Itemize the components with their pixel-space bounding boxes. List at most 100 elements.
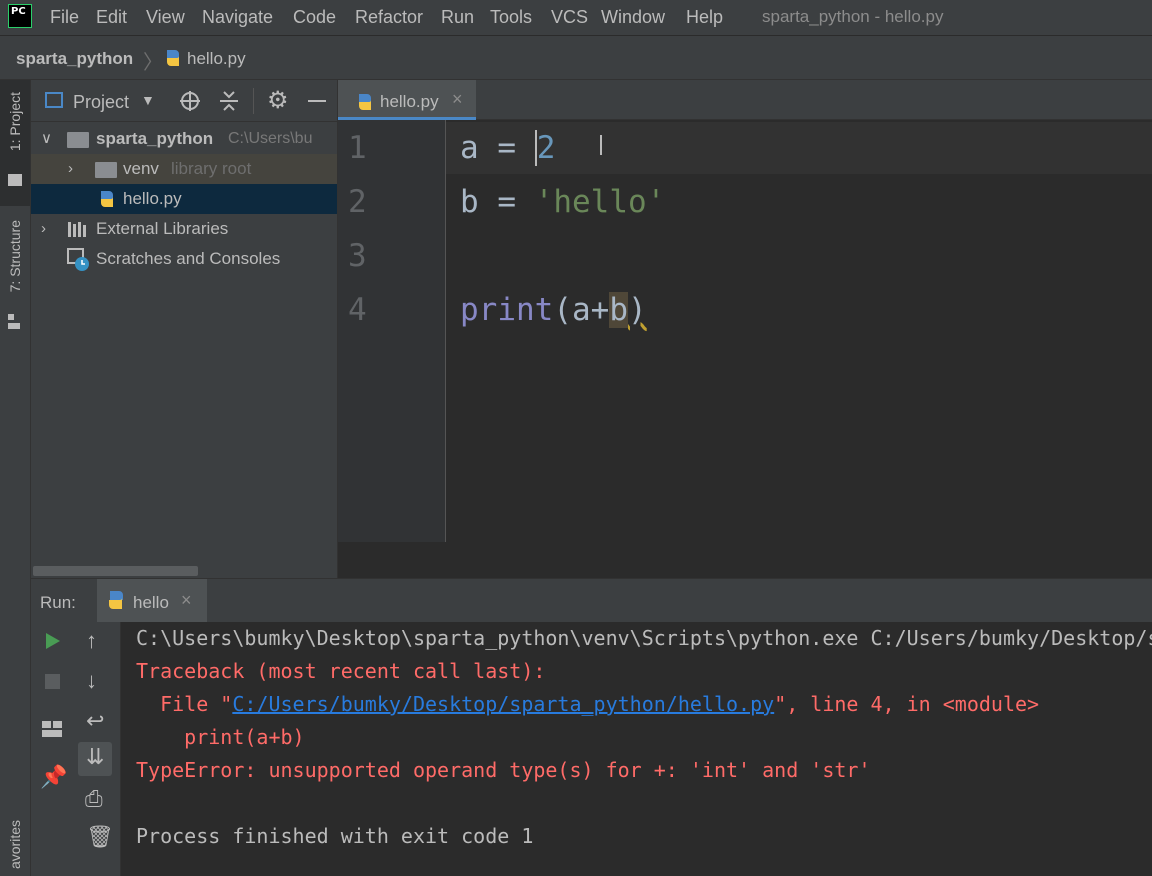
minimize-icon[interactable] [308, 100, 326, 102]
menu-vcs[interactable]: VCS [551, 7, 588, 28]
console-traceback: Traceback (most recent call last): [136, 659, 546, 683]
menu-file[interactable]: File [50, 7, 79, 28]
horizontal-scrollbar[interactable] [33, 566, 198, 576]
scroll-to-end-button[interactable]: ⇊ [78, 742, 112, 776]
project-tool-label: 1: Project [7, 92, 23, 152]
chevron-right-icon[interactable]: › [68, 154, 73, 184]
window-title: sparta_python - hello.py [762, 7, 944, 26]
trash-icon[interactable]: 🗑 [86, 824, 114, 850]
console-file-prefix: File " [136, 692, 233, 716]
menu-view[interactable]: View [146, 7, 185, 28]
structure-tool-tab[interactable]: 7: Structure [0, 218, 30, 338]
code-line-4[interactable]: print(a+b) [460, 292, 647, 328]
python-file-icon [167, 50, 179, 66]
scratches-icon [67, 248, 89, 271]
token-number: 2 [534, 130, 556, 166]
run-label: Run: [40, 593, 76, 612]
tree-scratches-label: Scratches and Consoles [96, 249, 281, 268]
project-panel-header: Project ▼ ⚙ [31, 80, 337, 122]
line-number: 3 [348, 238, 367, 274]
menu-code[interactable]: Code [293, 7, 336, 28]
run-toolbar-secondary: ↑ ↓ ↩ ⇊ ⎙ 🗑 [73, 622, 121, 876]
print-icon[interactable]: ⎙ [85, 786, 103, 812]
arrow-up-icon[interactable]: ↑ [86, 628, 97, 654]
menu-help[interactable]: Help [686, 7, 723, 28]
console-file-suffix: ", line 4, in <module> [774, 692, 1040, 716]
tab-label: hello.py [380, 92, 439, 111]
token-var: a [460, 130, 479, 166]
editor-bottom-area [338, 542, 1152, 578]
menu-refactor[interactable]: Refactor [355, 7, 423, 28]
token-op: = [497, 130, 517, 166]
structure-icon [8, 314, 14, 320]
console-file-link[interactable]: C:/Users/bumky/Desktop/sparta_python/hel… [232, 692, 774, 716]
python-icon [109, 591, 123, 609]
toolbar-divider [253, 88, 254, 114]
line-number: 1 [348, 130, 367, 166]
tab-hello-py[interactable]: hello.py × [338, 80, 476, 120]
menu-tools[interactable]: Tools [490, 7, 532, 28]
console-error-line: TypeError: unsupported operand type(s) f… [136, 758, 871, 782]
collapse-all-icon[interactable] [219, 90, 239, 112]
tree-venv-label: venv [123, 159, 159, 178]
tree-item-root[interactable]: ∨ sparta_python C:\Users\bu [31, 124, 337, 154]
rerun-icon[interactable] [45, 632, 61, 650]
chevron-right-icon[interactable]: › [41, 214, 46, 244]
python-file-icon [101, 191, 113, 207]
run-tab-label: hello [133, 593, 169, 612]
editor-tab-bar: hello.py × [338, 80, 1152, 120]
tree-venv-hint: library root [171, 159, 252, 178]
console-finished-line: Process finished with exit code 1 [136, 824, 534, 848]
soft-wrap-icon[interactable]: ↩ [86, 708, 104, 734]
project-view-dropdown-icon[interactable]: ▼ [141, 92, 155, 108]
menu-run[interactable]: Run [441, 7, 474, 28]
pin-icon[interactable]: 📌 [40, 764, 67, 790]
tree-item-scratches[interactable]: Scratches and Consoles [31, 244, 337, 274]
stop-icon[interactable] [45, 674, 60, 689]
run-tab-hello[interactable]: hello × [97, 579, 207, 623]
structure-tool-label: 7: Structure [7, 220, 23, 293]
python-file-icon [359, 94, 371, 110]
project-view-icon [45, 92, 63, 108]
menu-navigate[interactable]: Navigate [202, 7, 273, 28]
line-number-gutter: 1 2 3 4 [338, 120, 446, 542]
token-paren-warning: ) [628, 292, 647, 328]
chevron-down-icon[interactable]: ∨ [41, 124, 52, 154]
line-number: 4 [348, 292, 367, 328]
breadcrumb-project[interactable]: sparta_python [16, 49, 133, 69]
code-line-2[interactable]: b = 'hello' [460, 184, 665, 220]
mouse-ibeam-cursor-icon [600, 135, 602, 155]
menu-window[interactable]: Window [601, 7, 665, 28]
token-op: = [497, 184, 517, 220]
breadcrumb-file[interactable]: hello.py [187, 49, 246, 69]
project-view-title[interactable]: Project [73, 92, 129, 113]
tree-item-hello[interactable]: hello.py [31, 184, 337, 214]
tree-root-path: C:\Users\bu [228, 130, 313, 147]
locate-icon[interactable] [179, 90, 201, 112]
close-icon[interactable]: × [452, 89, 463, 110]
run-toolbar-primary: 📌 [31, 622, 73, 876]
project-tool-tab[interactable]: 1: Project [0, 80, 30, 206]
layout-icon[interactable] [41, 720, 63, 738]
console-command-line: C:\Users\bumky\Desktop\sparta_python\ven… [136, 626, 1152, 650]
tree-item-external-libraries[interactable]: › External Libraries [31, 214, 337, 244]
breadcrumb: sparta_python 〉 hello.py [0, 36, 1152, 80]
arrow-down-icon[interactable]: ↓ [86, 668, 97, 694]
scroll-to-end-icon: ⇊ [86, 744, 105, 769]
favorites-tool-label[interactable]: avorites [7, 820, 23, 869]
gear-icon[interactable]: ⚙ [267, 86, 289, 115]
folder-icon [95, 162, 117, 178]
pycharm-logo-icon: PC [8, 4, 32, 28]
structure-icon-part [8, 323, 20, 329]
folder-icon [8, 174, 22, 186]
tree-hello-label: hello.py [123, 189, 182, 208]
menu-edit[interactable]: Edit [96, 7, 127, 28]
tree-item-venv[interactable]: › venv library root [31, 154, 337, 184]
run-console[interactable]: C:\Users\bumky\Desktop\sparta_python\ven… [121, 622, 1152, 876]
tree-root-label: sparta_python [96, 129, 214, 148]
console-code-line: print(a+b) [136, 725, 305, 749]
code-line-1[interactable]: a = 2 [460, 130, 556, 166]
token-string: 'hello' [534, 184, 666, 220]
close-icon[interactable]: × [181, 590, 192, 611]
menu-bar: PC File Edit View Navigate Code Refactor… [0, 0, 1152, 36]
